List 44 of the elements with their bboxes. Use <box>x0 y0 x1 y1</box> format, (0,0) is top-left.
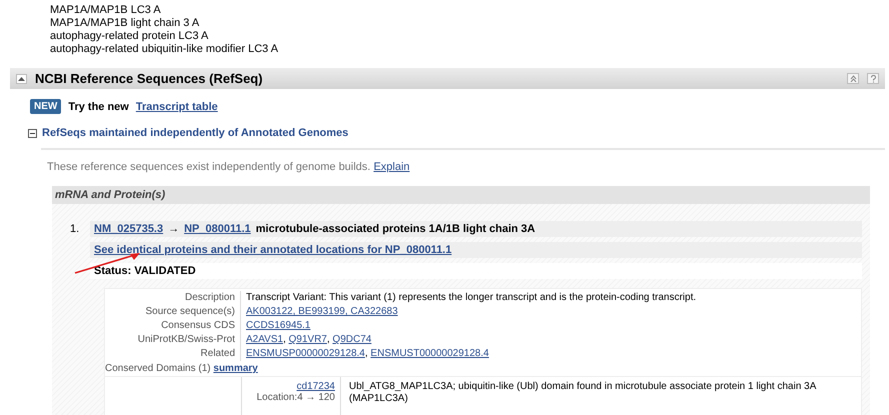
detail-value: Transcript Variant: This variant (1) represents the longer transcript and is the protein-coding transcript. <box>246 292 696 303</box>
scroll-top-icon[interactable] <box>847 73 859 84</box>
detail-label: Description <box>105 291 241 305</box>
detail-label: Related <box>105 347 241 361</box>
detail-link[interactable]: ENSMUSP00000029128.4 <box>246 348 365 359</box>
arrow-glyph: → <box>168 223 180 235</box>
detail-label: Source sequence(s) <box>105 305 241 319</box>
domain-link[interactable]: cd17234 <box>296 381 335 392</box>
domain-description: Ubl_ATG8_MAP1LC3A; ubiquitin-like (Ubl) domain found in microtubule associate protein 1 light chain 3A (MAP1LC3A) <box>348 380 818 406</box>
subsection-title: RefSeqs maintained independently of Annotated Genomes <box>42 127 348 139</box>
alias-name: autophagy-related ubiquitin-like modifier LC3 A <box>50 43 280 56</box>
detail-label: UniProtKB/Swiss-Prot <box>105 333 241 347</box>
intro-text: These reference sequences exist independently of genome builds. <box>47 161 370 173</box>
item-number: 1. <box>70 222 80 237</box>
collapse-button[interactable] <box>28 128 37 138</box>
separator-comma: , <box>326 334 331 345</box>
protein-name: microtubule-associated proteins 1A/1B light chain 3A <box>256 223 536 235</box>
detail-label: Consensus CDS <box>105 319 241 333</box>
help-icon[interactable] <box>867 73 879 84</box>
separator-comma: , <box>283 334 287 345</box>
panel-title: mRNA and Protein(s) <box>52 186 870 204</box>
alias-name: autophagy-related protein LC3 A <box>50 30 210 43</box>
alias-name: MAP1A/MAP1B light chain 3 A <box>50 17 200 30</box>
transcript-table-link[interactable]: Transcript table <box>136 100 218 112</box>
separator-comma: , <box>364 348 369 359</box>
domains-label: Conserved Domains (1) <box>105 363 211 374</box>
section-title: NCBI Reference Sequences (RefSeq) <box>35 71 264 86</box>
detail-link[interactable]: A2AVS1 <box>246 334 284 345</box>
detail-link[interactable]: Q9DC74 <box>332 334 372 345</box>
collapse-button[interactable] <box>16 74 27 84</box>
alias-name: MAP1A/MAP1B LC3 A <box>50 4 162 17</box>
domain-location: Location:4 → 120 <box>256 392 335 403</box>
summary-link[interactable]: summary <box>213 363 258 374</box>
detail-link[interactable]: CCDS16945.1 <box>246 320 310 331</box>
new-badge: NEW <box>30 99 62 114</box>
promo-text: Try the new <box>68 100 129 112</box>
detail-link[interactable]: ENSMUST00000029128.4 <box>370 348 489 359</box>
detail-link[interactable]: AK003122, BE993199, CA322683 <box>246 306 398 317</box>
protein-link[interactable]: NP_080011.1 <box>184 223 251 235</box>
explain-link[interactable]: Explain <box>374 161 410 173</box>
status-text: Status: VALIDATED <box>94 265 196 277</box>
triangle-icon <box>18 76 25 80</box>
detail-link[interactable]: Q91VR7 <box>288 334 327 345</box>
mrna-link[interactable]: NM_025735.3 <box>94 223 164 235</box>
